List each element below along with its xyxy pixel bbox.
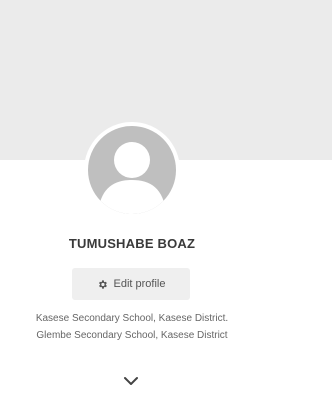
avatar[interactable] <box>84 122 180 218</box>
school-entry: Kasese Secondary School, Kasese District… <box>35 313 229 324</box>
edit-profile-label: Edit profile <box>113 278 166 290</box>
chevron-down-icon[interactable] <box>121 374 141 388</box>
default-avatar-icon <box>88 126 176 214</box>
profile-card: TUMUSHABE BOAZ Edit profile Kasese Secon… <box>0 0 332 414</box>
edit-profile-button[interactable]: Edit profile <box>72 268 190 300</box>
profile-name: TUMUSHABE BOAZ <box>68 236 196 251</box>
gear-icon <box>97 279 108 290</box>
school-entry: Glembe Secondary School, Kasese District <box>36 330 228 341</box>
